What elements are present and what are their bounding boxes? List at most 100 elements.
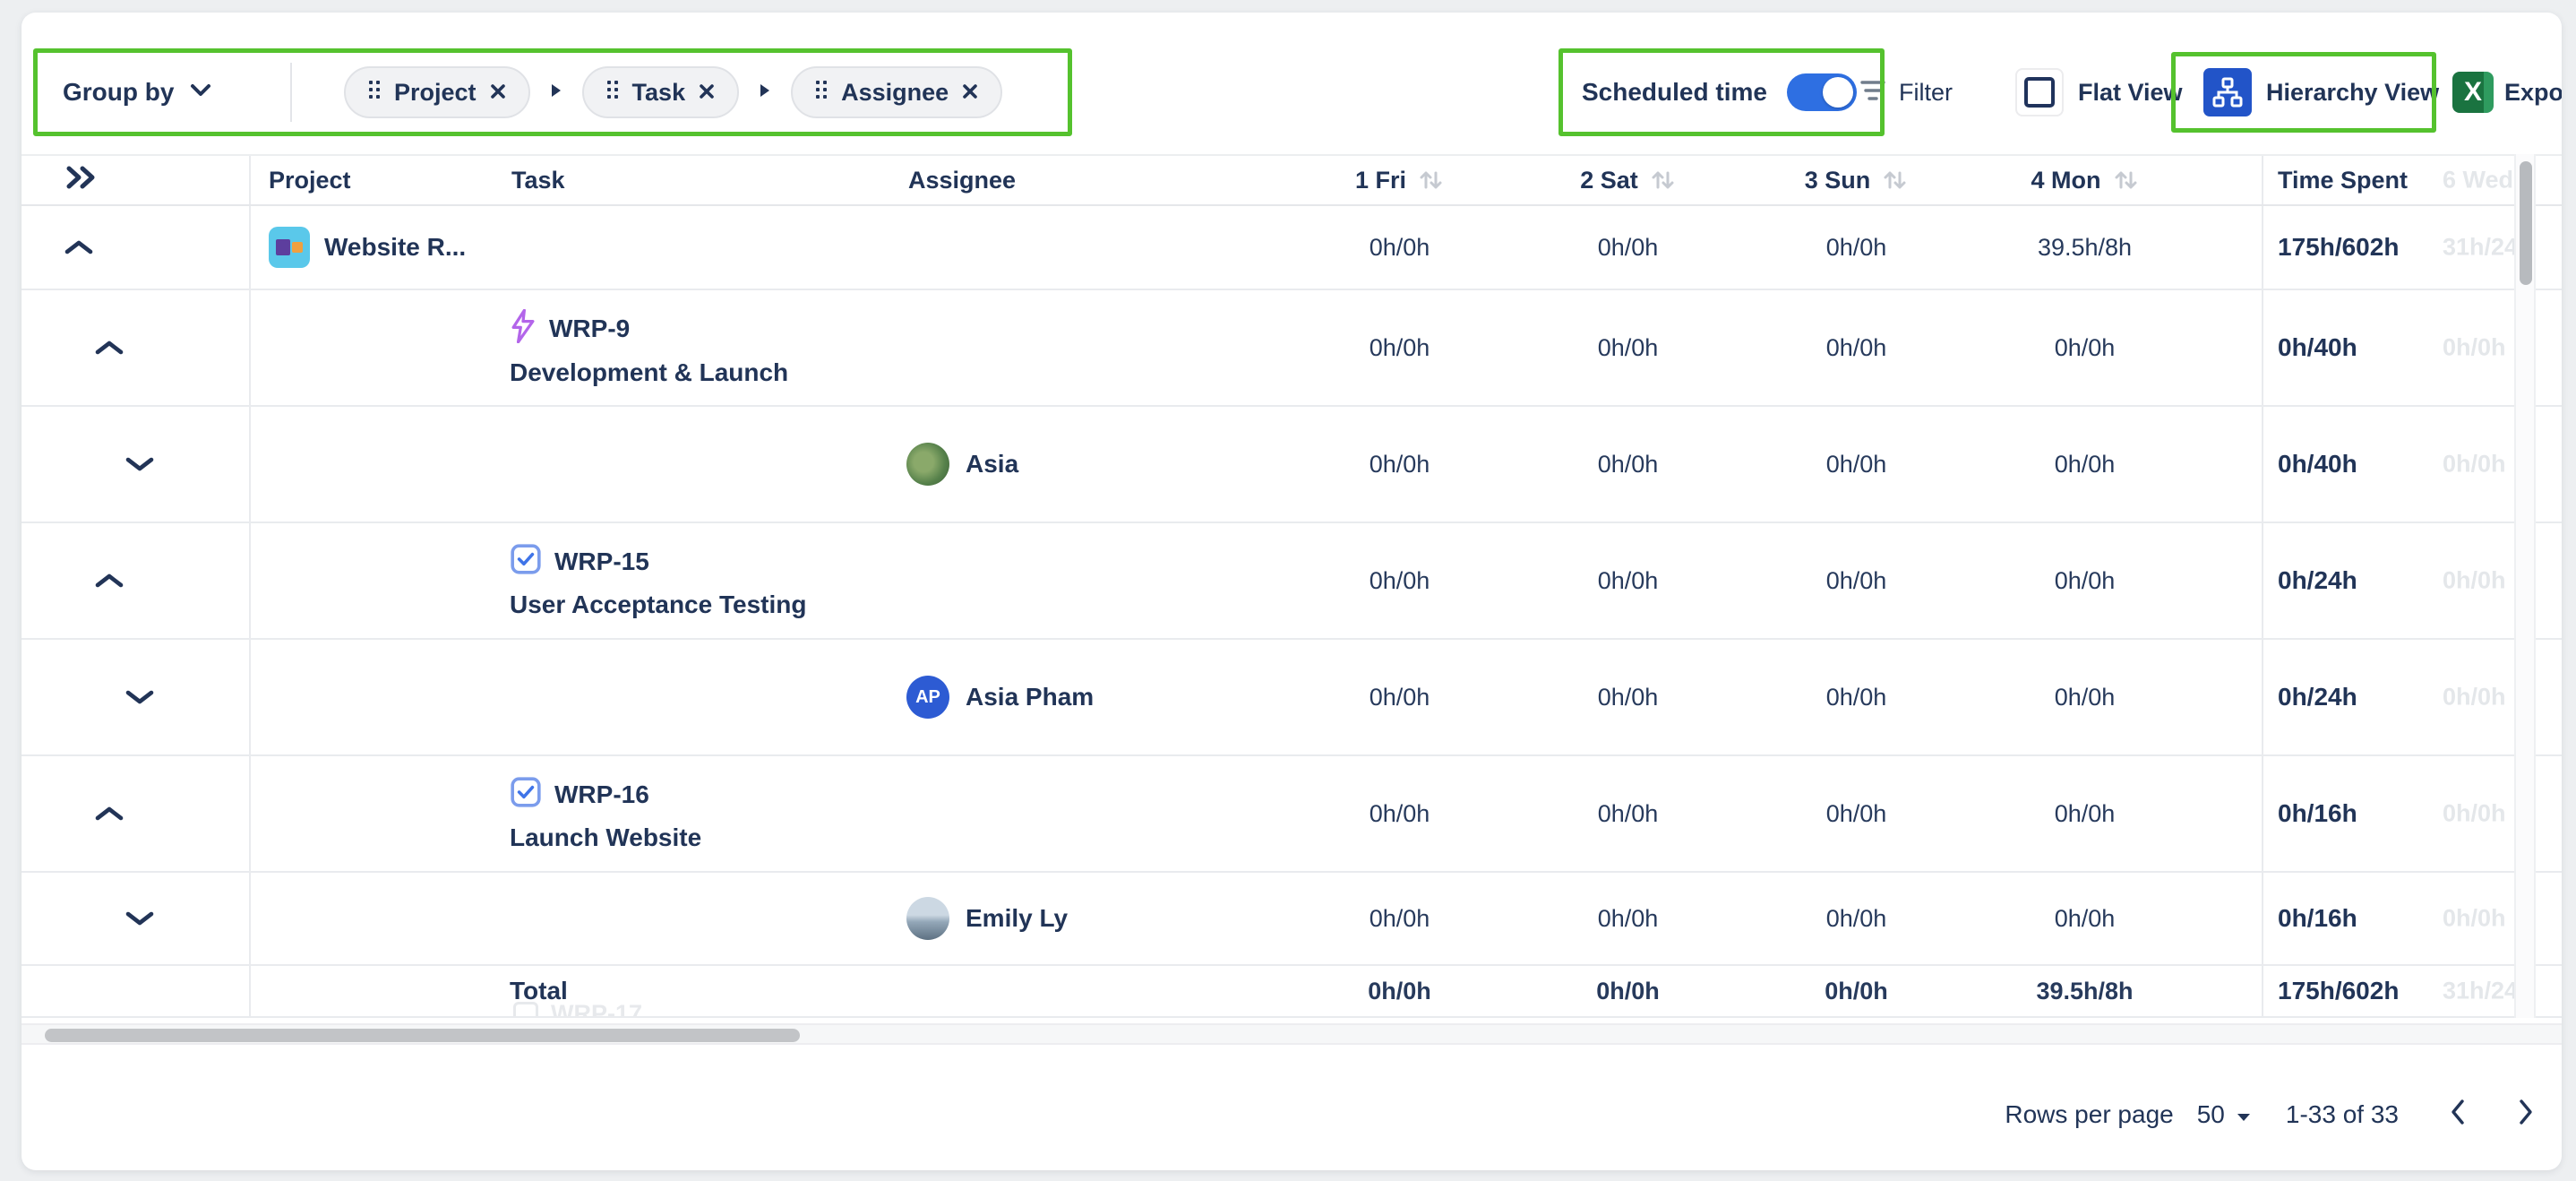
caret-down-icon (2236, 1100, 2252, 1129)
excel-x-icon: X (2452, 72, 2494, 113)
chip-assignee[interactable]: Assignee (791, 66, 1002, 118)
spacer-cell (2199, 966, 2262, 1016)
close-icon[interactable] (961, 79, 979, 107)
day-value-cell: 0h/0h (1742, 290, 1971, 405)
rows-per-page-select[interactable]: 50 (2197, 1100, 2252, 1129)
previous-page-button[interactable] (2449, 1099, 2467, 1132)
project-cell[interactable]: Website R... (251, 206, 499, 289)
collapse-row-button[interactable] (93, 804, 125, 823)
sort-icon[interactable] (2112, 168, 2139, 193)
table-row: WRP-15User Acceptance Testing0h/0h0h/0h0… (21, 523, 2562, 640)
sitemap-icon (2203, 68, 2252, 116)
sort-icon[interactable] (1881, 168, 1908, 193)
ghost-next-column-header: 6 Wed (2443, 167, 2514, 194)
task-cell[interactable]: WRP-9 Development & Launch (499, 290, 896, 405)
chip-task[interactable]: Task (582, 66, 740, 118)
export-label: Export (2504, 79, 2562, 107)
arrow-right-icon (550, 82, 562, 103)
chip-project[interactable]: Project (344, 66, 530, 118)
flat-view-label: Flat View (2078, 79, 2183, 107)
ghost-next-column-value: 0h/0h (2443, 567, 2514, 595)
flat-view-checkbox[interactable] (2015, 68, 2064, 116)
column-header-day[interactable]: 4 Mon (1971, 156, 2199, 204)
day-value-cell: 39.5h/8h (1971, 206, 2199, 289)
day-value-cell: 0h/0h (1285, 756, 1514, 871)
ghost-next-column-value: 0h/0h (2443, 451, 2514, 478)
task-check-icon (513, 1002, 538, 1019)
issue-key[interactable]: WRP-16 (554, 780, 649, 809)
horizontal-scrollbar-thumb[interactable] (45, 1029, 800, 1042)
scheduled-time-toggle[interactable] (1787, 73, 1857, 111)
double-chevron-right-icon[interactable] (63, 165, 100, 196)
sort-icon[interactable] (1649, 168, 1676, 193)
horizontal-scrollbar[interactable] (21, 1023, 2562, 1045)
column-header-day[interactable]: 3 Sun (1742, 156, 1971, 204)
expander-cell (21, 290, 251, 405)
task-cell[interactable]: WRP-16 Launch Website (499, 756, 896, 871)
group-by-control[interactable]: Group by (63, 48, 211, 136)
vertical-scrollbar-thumb[interactable] (2520, 161, 2532, 285)
day-value-cell: 0h/0h (1514, 290, 1742, 405)
task-cell[interactable]: WRP-15User Acceptance Testing (499, 523, 896, 638)
spacer-cell (2199, 156, 2262, 204)
spacer-cell (2199, 756, 2262, 871)
close-icon[interactable] (698, 79, 716, 107)
assignee-name: Asia Pham (966, 683, 1094, 711)
expander-cell (21, 640, 251, 754)
day-value-cell: 0h/0h (1514, 966, 1742, 1016)
timesheet-card: Group by Project Task Assignee (21, 13, 2562, 1170)
close-icon[interactable] (489, 79, 507, 107)
day-value-cell: 0h/0h (1971, 640, 2199, 754)
hierarchy-view-button[interactable]: Hierarchy View (2203, 48, 2439, 136)
pagination-bar: Rows per page 50 1-33 of 33 (2005, 1086, 2535, 1143)
expand-row-button[interactable] (124, 454, 156, 474)
assignee-cell[interactable]: APAsia Pham (896, 640, 1285, 754)
issue-key[interactable]: WRP-15 (554, 547, 649, 576)
filter-lines-icon (1859, 79, 1886, 107)
collapse-all-cell[interactable] (21, 156, 251, 204)
screen: Group by Project Task Assignee (0, 0, 2576, 1181)
collapse-row-button[interactable] (93, 338, 125, 358)
issue-key[interactable]: WRP-9 (549, 315, 630, 343)
total-row: Total0h/0h0h/0h0h/0h39.5h/8h175h/602h31h… (21, 966, 2562, 1018)
filter-button[interactable]: Filter (1859, 48, 1953, 136)
drag-dots-icon[interactable] (367, 79, 382, 107)
vertical-scrollbar[interactable] (2514, 154, 2536, 1018)
avatar (906, 897, 949, 940)
timesheet-table: Project Task Assignee 1 Fri 2 Sat 3 Sun … (21, 154, 2562, 1018)
next-page-button[interactable] (2517, 1099, 2535, 1132)
task-title: Launch Website (510, 823, 701, 852)
expand-row-button[interactable] (124, 909, 156, 928)
day-value-cell: 0h/0h (1971, 407, 2199, 522)
column-header-day[interactable]: 2 Sat (1514, 156, 1742, 204)
drag-dots-icon[interactable] (605, 79, 620, 107)
task-title: Development & Launch (510, 358, 788, 387)
collapse-row-button[interactable] (93, 571, 125, 590)
table-row: Emily Ly0h/0h0h/0h0h/0h0h/0h0h/16h0h/0h (21, 873, 2562, 966)
expander-cell (21, 407, 251, 522)
export-button[interactable]: X Export (2452, 48, 2562, 136)
project-name: Website R... (324, 233, 466, 262)
table-body: Website R...0h/0h0h/0h0h/0h39.5h/8h175h/… (21, 206, 2562, 1018)
assignee-cell[interactable]: Asia (896, 407, 1285, 522)
scheduled-time-label: Scheduled time (1582, 78, 1767, 107)
day-value-cell: 0h/0h (1514, 206, 1742, 289)
table-row: APAsia Pham0h/0h0h/0h0h/0h0h/0h0h/24h0h/… (21, 640, 2562, 756)
group-by-label: Group by (63, 78, 174, 107)
expand-row-button[interactable] (124, 687, 156, 707)
drag-dots-icon[interactable] (814, 79, 829, 107)
column-header-day[interactable]: 1 Fri (1285, 156, 1514, 204)
task-check-icon (510, 543, 542, 582)
table-row: WRP-9Development & Launch0h/0h0h/0h0h/0h… (21, 290, 2562, 407)
checkbox-box (2024, 77, 2055, 108)
collapse-row-button[interactable] (63, 237, 95, 257)
day-value-cell: 0h/0h (1742, 756, 1971, 871)
ghost-next-column-value: 0h/0h (2443, 684, 2514, 711)
day-value-cell: 0h/0h (1971, 290, 2199, 405)
assignee-cell[interactable]: Emily Ly (896, 873, 1285, 964)
day-value-cell: 0h/0h (1285, 206, 1514, 289)
sort-icon[interactable] (1417, 168, 1444, 193)
filter-label: Filter (1899, 79, 1953, 107)
ghost-next-column-value: 0h/0h (2443, 905, 2514, 933)
spacer-cell (2199, 290, 2262, 405)
